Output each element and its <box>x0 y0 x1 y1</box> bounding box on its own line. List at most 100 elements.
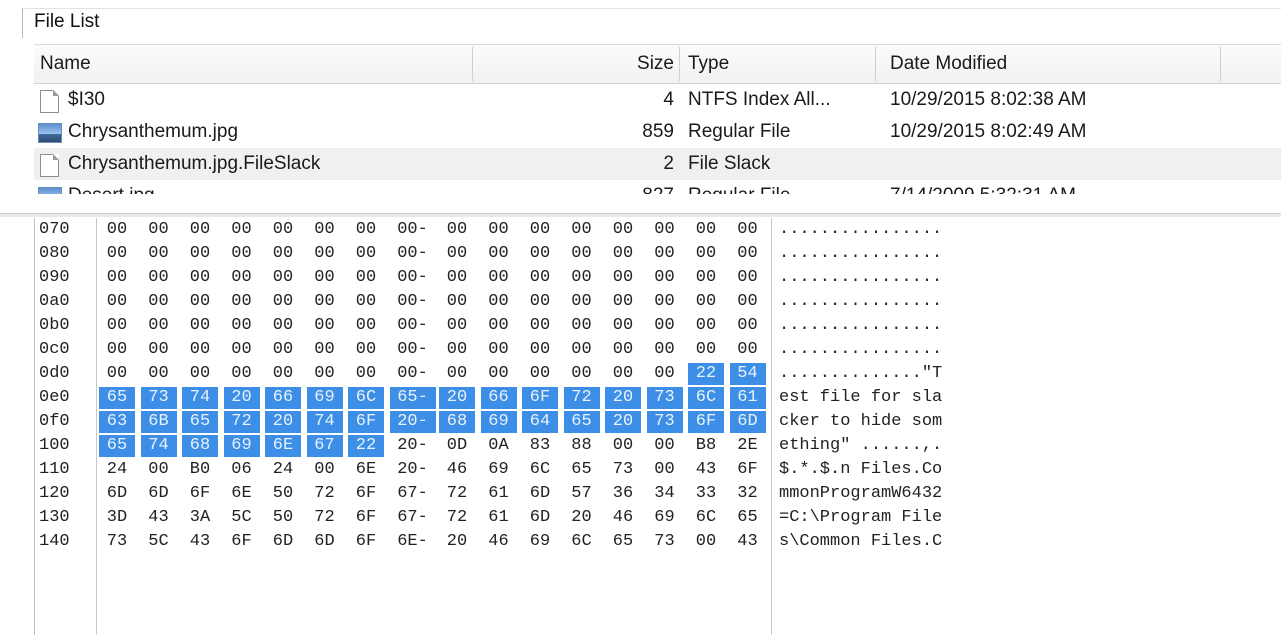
hex-byte[interactable]: 00 <box>605 435 641 457</box>
hex-byte[interactable]: 00 <box>141 267 177 289</box>
file-row[interactable]: Desert.jpg 827 Regular File 7/14/2009 5:… <box>34 180 1281 194</box>
hex-byte[interactable]: 00 <box>688 291 724 313</box>
ascii-text[interactable]: $.*.$.n Files.Co <box>779 459 942 481</box>
hex-byte[interactable]: 00 <box>647 459 683 481</box>
hex-row[interactable]: 0d0 00 00 00 00 00 00 00 00- 00 00 00 00 00 00 22 54....… <box>35 362 1281 386</box>
hex-byte[interactable]: 00 <box>439 267 475 289</box>
hex-byte[interactable]: 6F <box>348 507 384 529</box>
hex-byte[interactable]: 36 <box>605 483 641 505</box>
hex-byte[interactable]: 00 <box>265 291 301 313</box>
ascii-text[interactable]: ................ <box>779 219 942 241</box>
hex-byte[interactable]: 5C <box>141 531 177 553</box>
hex-byte[interactable]: 6D <box>265 531 301 553</box>
hex-byte[interactable]: 00- <box>390 243 436 265</box>
hex-byte[interactable]: 00 <box>307 339 343 361</box>
ascii-text[interactable]: ................ <box>779 267 942 289</box>
hex-byte[interactable]: 69 <box>481 459 517 481</box>
hex-byte[interactable]: 00 <box>99 339 135 361</box>
hex-byte[interactable]: 00 <box>141 219 177 241</box>
hex-byte[interactable]: 00 <box>99 291 135 313</box>
hex-byte[interactable]: 00 <box>564 219 600 241</box>
hex-byte[interactable]: 54 <box>729 363 766 385</box>
hex-byte[interactable]: 00 <box>307 459 343 481</box>
hex-byte[interactable]: 6E <box>265 435 301 457</box>
hex-byte[interactable]: 20 <box>564 507 600 529</box>
hex-byte[interactable]: 00 <box>481 315 517 337</box>
hex-byte[interactable]: 00 <box>647 315 683 337</box>
ascii-text[interactable]: ................ <box>779 243 942 265</box>
hex-byte[interactable]: 00 <box>439 243 475 265</box>
hex-byte[interactable]: 72 <box>439 483 475 505</box>
hex-byte[interactable]: 00 <box>647 291 683 313</box>
hex-byte[interactable]: 00 <box>182 219 218 241</box>
hex-byte[interactable]: 00 <box>688 339 724 361</box>
hex-byte[interactable]: 00 <box>564 267 600 289</box>
hex-row[interactable]: 130 3D 43 3A 5C 50 72 6F 67- 72 61 6D 20 46 69 6C 65 =C:\… <box>35 506 1281 530</box>
panel-splitter[interactable] <box>0 213 1281 217</box>
hex-byte[interactable]: 00- <box>390 315 436 337</box>
hex-byte[interactable]: 00 <box>730 339 766 361</box>
hex-byte[interactable]: 00 <box>265 267 301 289</box>
hex-byte[interactable]: 00 <box>224 243 260 265</box>
hex-row[interactable]: 0f0 63 6B 65 72 20 74 6F 20- 68 69 64 65 20 73 6F 6D cker… <box>35 410 1281 434</box>
hex-byte[interactable]: 61 <box>729 387 766 409</box>
hex-byte[interactable]: 00 <box>522 315 558 337</box>
hex-byte[interactable]: 6D <box>141 483 177 505</box>
hex-byte[interactable]: 00 <box>224 219 260 241</box>
hex-byte[interactable]: 00 <box>348 243 384 265</box>
hex-byte[interactable]: 64 <box>522 411 558 433</box>
hex-byte[interactable]: 63 <box>99 411 135 433</box>
hex-byte[interactable]: 20- <box>390 459 436 481</box>
hex-byte[interactable]: 24 <box>99 459 135 481</box>
hex-byte[interactable]: 00 <box>481 219 517 241</box>
hex-byte[interactable]: 00 <box>348 315 384 337</box>
hex-row[interactable]: 0c0 00 00 00 00 00 00 00 00- 00 00 00 00 00 00 00 00....… <box>35 338 1281 362</box>
ascii-text[interactable]: mmonProgramW6432 <box>779 483 942 505</box>
hex-byte[interactable]: 6C <box>348 387 384 409</box>
hex-byte[interactable]: 00 <box>522 219 558 241</box>
hex-byte[interactable]: 00 <box>265 363 301 385</box>
ascii-text[interactable]: ................ <box>779 339 942 361</box>
hex-byte[interactable]: 65 <box>605 531 641 553</box>
hex-byte[interactable]: 00 <box>647 363 683 385</box>
hex-byte[interactable]: 0A <box>481 435 517 457</box>
hex-byte[interactable]: 06 <box>224 459 260 481</box>
hex-byte[interactable]: 73 <box>99 531 135 553</box>
hex-byte[interactable]: 00 <box>348 363 384 385</box>
hex-byte[interactable]: 00 <box>605 315 641 337</box>
hex-byte[interactable]: 00 <box>605 219 641 241</box>
hex-byte[interactable]: 00 <box>730 291 766 313</box>
hex-byte[interactable]: 69 <box>647 507 683 529</box>
hex-byte[interactable]: 50 <box>265 507 301 529</box>
hex-byte[interactable]: 66 <box>265 387 301 409</box>
hex-byte[interactable]: 65 <box>730 507 766 529</box>
hex-byte[interactable]: 6C <box>522 459 558 481</box>
hex-byte[interactable]: 00 <box>481 291 517 313</box>
hex-byte[interactable]: 34 <box>647 483 683 505</box>
hex-byte[interactable]: 68 <box>439 411 475 433</box>
hex-byte[interactable]: 00 <box>564 339 600 361</box>
hex-byte[interactable]: 20 <box>605 387 641 409</box>
ascii-text[interactable]: cker to hide som <box>779 411 942 433</box>
hex-byte[interactable]: 00- <box>390 363 436 385</box>
hex-byte[interactable]: 73 <box>140 387 177 409</box>
hex-row[interactable]: 110 24 00 B0 06 24 00 6E 20- 46 69 6C 65 73 00 43 6F $.*.… <box>35 458 1281 482</box>
hex-byte[interactable]: 6C <box>688 507 724 529</box>
hex-byte[interactable]: 6D <box>729 411 766 433</box>
hex-byte[interactable]: 00 <box>605 243 641 265</box>
hex-byte[interactable]: 00 <box>307 219 343 241</box>
hex-byte[interactable]: 00 <box>141 339 177 361</box>
hex-byte[interactable]: 00 <box>688 315 724 337</box>
hex-viewer[interactable]: 070 00 00 00 00 00 00 00 00- 00 00 00 00 00 00 00 00....… <box>34 218 1281 635</box>
hex-byte[interactable]: 20 <box>265 411 301 433</box>
hex-byte[interactable]: 65 <box>564 459 600 481</box>
hex-byte[interactable]: 00 <box>265 219 301 241</box>
hex-byte[interactable]: 00 <box>182 267 218 289</box>
hex-byte[interactable]: 00 <box>647 435 683 457</box>
hex-byte[interactable]: 00 <box>605 267 641 289</box>
hex-byte[interactable]: 00 <box>141 243 177 265</box>
hex-row[interactable]: 0b0 00 00 00 00 00 00 00 00- 00 00 00 00 00 00 00 00....… <box>35 314 1281 338</box>
hex-byte[interactable]: 3A <box>182 507 218 529</box>
hex-byte[interactable]: 6F <box>224 531 260 553</box>
hex-byte[interactable]: 00 <box>348 219 384 241</box>
